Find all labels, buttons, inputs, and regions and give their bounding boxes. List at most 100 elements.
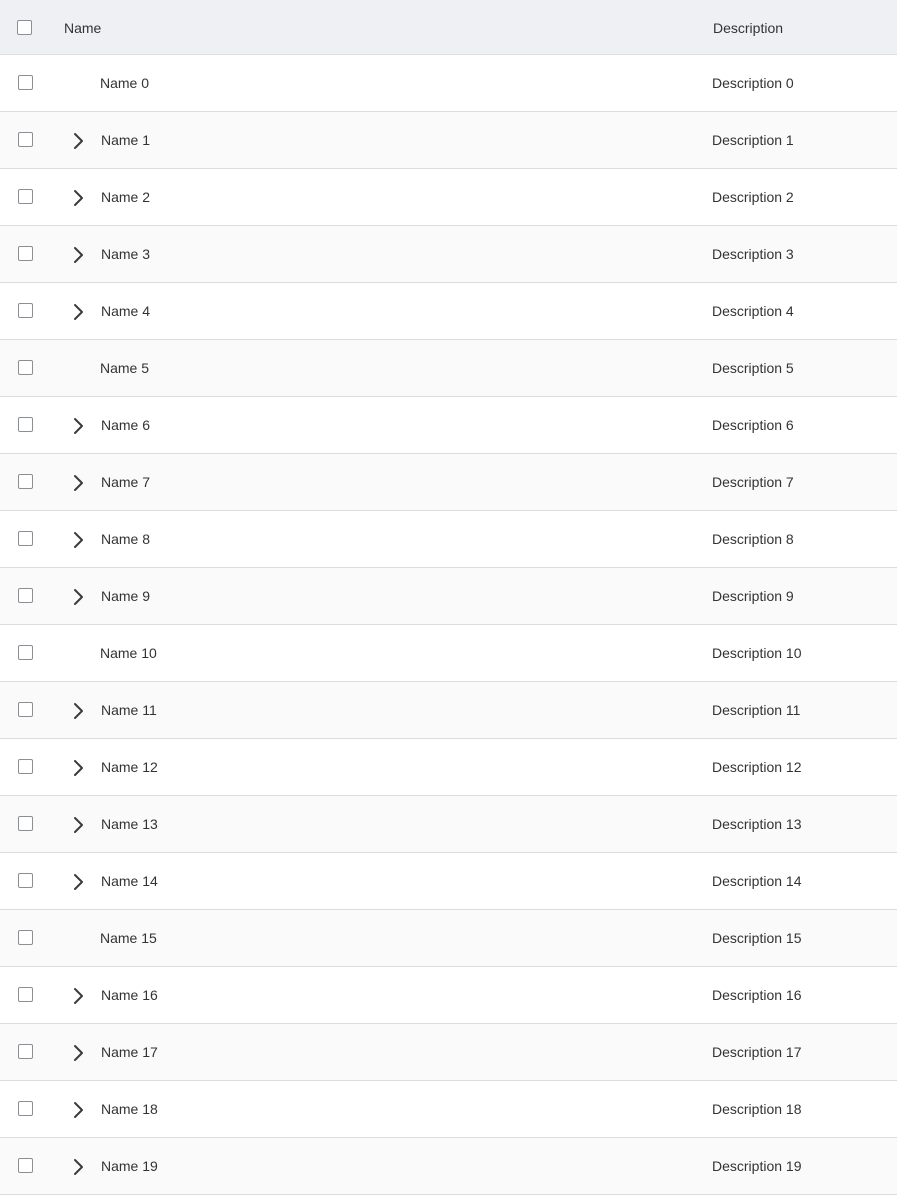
row-checkbox[interactable]	[18, 1101, 33, 1116]
table-row[interactable]: Name 4 Description 4	[0, 283, 897, 340]
table-row[interactable]: Name 15 Description 15	[0, 910, 897, 967]
table-row[interactable]: Name 10 Description 10	[0, 625, 897, 682]
row-description: Description 3	[712, 246, 794, 262]
table-row[interactable]: Name 2 Description 2	[0, 169, 897, 226]
row-checkbox[interactable]	[18, 189, 33, 204]
chevron-right-icon[interactable]	[68, 530, 88, 550]
row-name: Name 10	[100, 645, 157, 661]
row-name: Name 1	[101, 132, 151, 148]
row-name: Name 6	[101, 417, 151, 433]
column-header-description[interactable]: Description	[713, 19, 783, 37]
chevron-right-icon[interactable]	[68, 416, 88, 436]
row-checkbox[interactable]	[18, 645, 33, 660]
row-name: Name 14	[101, 873, 158, 889]
row-description: Description 8	[712, 531, 794, 547]
chevron-right-icon[interactable]	[68, 1100, 88, 1120]
tree-grid: Name Description Name 0 Description 0 Name…	[0, 0, 897, 1195]
grid-header: Name Description	[0, 0, 897, 55]
chevron-right-icon[interactable]	[68, 1157, 88, 1177]
row-description: Description 10	[712, 645, 802, 661]
table-row[interactable]: Name 6 Description 6	[0, 397, 897, 454]
chevron-right-icon[interactable]	[68, 473, 88, 493]
row-name: Name 15	[100, 930, 157, 946]
row-description: Description 17	[712, 1044, 802, 1060]
row-description: Description 11	[712, 702, 801, 718]
row-name: Name 5	[100, 360, 150, 376]
chevron-right-icon[interactable]	[68, 302, 88, 322]
chevron-right-icon[interactable]	[68, 986, 88, 1006]
row-name: Name 9	[101, 588, 151, 604]
row-description: Description 14	[712, 873, 802, 889]
table-row[interactable]: Name 14 Description 14	[0, 853, 897, 910]
table-row[interactable]: Name 7 Description 7	[0, 454, 897, 511]
chevron-right-icon[interactable]	[68, 872, 88, 892]
row-description: Description 19	[712, 1158, 802, 1174]
table-row[interactable]: Name 1 Description 1	[0, 112, 897, 169]
table-row[interactable]: Name 0 Description 0	[0, 55, 897, 112]
table-row[interactable]: Name 18 Description 18	[0, 1081, 897, 1138]
grid-body: Name 0 Description 0 Name 1 Description 1 Na…	[0, 55, 897, 1195]
table-row[interactable]: Name 16 Description 16	[0, 967, 897, 1024]
row-checkbox[interactable]	[18, 588, 33, 603]
row-checkbox[interactable]	[18, 303, 33, 318]
row-description: Description 18	[712, 1101, 802, 1117]
chevron-right-icon[interactable]	[68, 131, 88, 151]
table-row[interactable]: Name 11 Description 11	[0, 682, 897, 739]
row-name: Name 3	[101, 246, 151, 262]
row-checkbox[interactable]	[18, 816, 33, 831]
table-row[interactable]: Name 5 Description 5	[0, 340, 897, 397]
row-description: Description 0	[712, 75, 794, 91]
row-checkbox[interactable]	[18, 1158, 33, 1173]
row-name: Name 11	[101, 702, 157, 718]
row-description: Description 2	[712, 189, 794, 205]
row-checkbox[interactable]	[18, 873, 33, 888]
row-name: Name 17	[101, 1044, 158, 1060]
select-all-checkbox[interactable]	[17, 20, 32, 35]
row-checkbox[interactable]	[18, 246, 33, 261]
row-name: Name 4	[101, 303, 151, 319]
chevron-right-icon[interactable]	[68, 245, 88, 265]
chevron-right-icon[interactable]	[68, 815, 88, 835]
table-row[interactable]: Name 3 Description 3	[0, 226, 897, 283]
row-description: Description 13	[712, 816, 802, 832]
row-checkbox[interactable]	[18, 474, 33, 489]
chevron-right-icon[interactable]	[68, 1043, 88, 1063]
row-description: Description 16	[712, 987, 802, 1003]
row-checkbox[interactable]	[18, 531, 33, 546]
row-checkbox[interactable]	[18, 132, 33, 147]
row-checkbox[interactable]	[18, 702, 33, 717]
table-row[interactable]: Name 17 Description 17	[0, 1024, 897, 1081]
row-description: Description 1	[712, 132, 794, 148]
row-description: Description 5	[712, 360, 794, 376]
row-name: Name 0	[100, 75, 150, 91]
table-row[interactable]: Name 12 Description 12	[0, 739, 897, 796]
row-description: Description 4	[712, 303, 794, 319]
row-checkbox[interactable]	[18, 759, 33, 774]
chevron-right-icon[interactable]	[68, 758, 88, 778]
row-description: Description 9	[712, 588, 794, 604]
table-row[interactable]: Name 9 Description 9	[0, 568, 897, 625]
chevron-right-icon[interactable]	[68, 188, 88, 208]
chevron-right-icon[interactable]	[68, 701, 88, 721]
row-name: Name 8	[101, 531, 151, 547]
row-checkbox[interactable]	[18, 1044, 33, 1059]
row-name: Name 19	[101, 1158, 158, 1174]
table-row[interactable]: Name 19 Description 19	[0, 1138, 897, 1195]
row-name: Name 13	[101, 816, 158, 832]
row-description: Description 7	[712, 474, 794, 490]
row-checkbox[interactable]	[18, 987, 33, 1002]
row-checkbox[interactable]	[18, 75, 33, 90]
row-name: Name 16	[101, 987, 158, 1003]
row-name: Name 18	[101, 1101, 158, 1117]
row-description: Description 15	[712, 930, 802, 946]
table-row[interactable]: Name 13 Description 13	[0, 796, 897, 853]
column-header-name[interactable]: Name	[64, 19, 101, 37]
chevron-right-icon[interactable]	[68, 587, 88, 607]
row-checkbox[interactable]	[18, 417, 33, 432]
row-description: Description 12	[712, 759, 802, 775]
row-checkbox[interactable]	[18, 360, 33, 375]
table-row[interactable]: Name 8 Description 8	[0, 511, 897, 568]
row-description: Description 6	[712, 417, 794, 433]
row-checkbox[interactable]	[18, 930, 33, 945]
row-name: Name 12	[101, 759, 158, 775]
